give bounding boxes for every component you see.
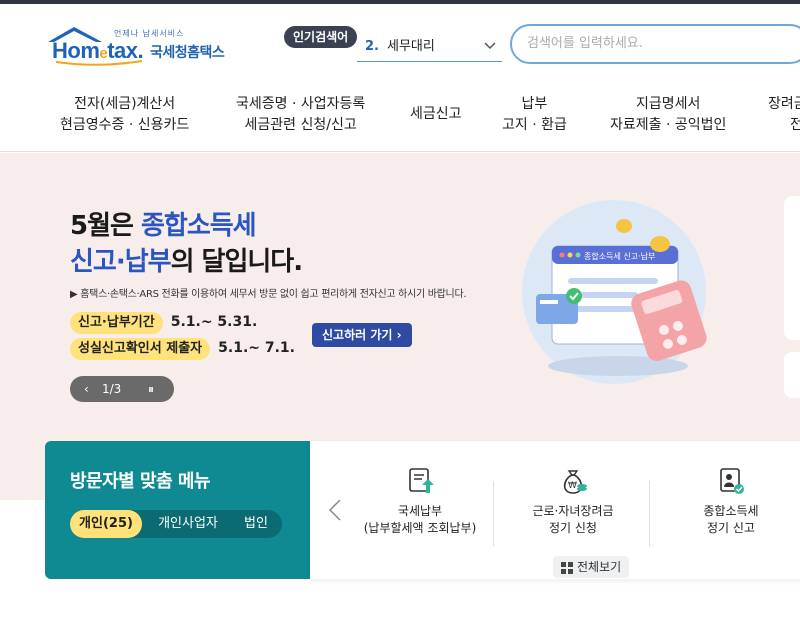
nav-item-tax-return[interactable]: 세금신고: [410, 104, 462, 125]
divider: [649, 481, 650, 547]
svg-text:₩: ₩: [568, 481, 577, 491]
tax-illustration: 종합소득세 신고·납부: [522, 200, 707, 384]
banner-pager: ‹ 1/3 ⏸: [70, 376, 174, 402]
visitor-menu: 방문자별 맞춤 메뉴 개인(25) 개인사업자 법인 국세납부 (납부할세액 조…: [45, 441, 800, 579]
tab-corporation[interactable]: 법인: [234, 510, 278, 538]
period-label: 신고·납부기간: [70, 312, 163, 334]
nav-item-certificates[interactable]: 국세증명 · 사업자등록 세금관련 신청/신고: [236, 94, 365, 136]
nav-item-payment[interactable]: 납부 고지 · 환급: [502, 94, 567, 136]
service-income-tax-return[interactable]: 종합소득세 정기 신고: [656, 465, 800, 537]
nav-item-tax-invoice[interactable]: 전자(세금)계산서 현금영수증 · 신용카드: [60, 94, 189, 136]
header: 언제나 납세서비스 Hometax. 국세청홈택스 인기검색어 2. 세무대리 검…: [0, 4, 800, 82]
period-row-1: 신고·납부기간 5.1.~ 5.31.: [70, 311, 258, 334]
side-card[interactable]: [784, 352, 800, 398]
popular-search-badge: 인기검색어: [284, 26, 358, 48]
visitor-menu-title: 방문자별 맞춤 메뉴: [70, 471, 211, 492]
logo-swoosh-icon: [55, 60, 143, 66]
popular-keyword-select[interactable]: 2. 세무대리: [357, 34, 502, 62]
prev-slide-button[interactable]: ‹: [84, 376, 89, 402]
main-nav: 전자(세금)계산서 현금영수증 · 신용카드 국세증명 · 사업자등록 세금관련…: [0, 86, 800, 152]
nav-item-incentive[interactable]: 장려금 전: [768, 94, 800, 136]
money-bag-icon: ₩: [563, 470, 587, 494]
chevron-down-icon: [484, 42, 496, 50]
nav-item-payment-statement[interactable]: 지급명세서 자료제출 · 공익법인: [610, 94, 726, 136]
period-row-2: 성실신고확인서 제출자 5.1.~ 7.1.: [70, 337, 295, 360]
pager-count: 1/3: [102, 382, 122, 396]
chevron-left-icon[interactable]: [328, 499, 342, 521]
service-national-tax-payment[interactable]: 국세납부 (납부할세액 조회납부): [345, 465, 495, 537]
visitor-tabs: 개인(25) 개인사업자 법인: [70, 510, 282, 538]
go-file-button[interactable]: 신고하러 가기 ›: [312, 323, 412, 347]
side-card[interactable]: [784, 196, 800, 340]
banner-notice: ▶ 홈택스·손택스·ARS 전화를 이용하여 세무서 방문 없이 쉽고 편리하게…: [70, 289, 467, 300]
illus-caption: 종합소득세 신고·납부: [584, 252, 655, 261]
popular-rank: 2.: [365, 39, 379, 54]
banner-headline: 5월은 종합소득세 신고·납부의 달입니다.: [70, 211, 303, 277]
tax-report-icon: [720, 468, 744, 494]
period-label: 성실신고확인서 제출자: [70, 338, 211, 360]
tab-individual[interactable]: 개인(25): [70, 510, 142, 538]
divider: [493, 481, 494, 547]
visitor-services: 국세납부 (납부할세액 조회납부) ₩ 근로·자녀장려금 정기 신청 종합소득세…: [310, 441, 800, 579]
logo-korean-name: 국세청홈택스: [150, 45, 225, 61]
hometax-logo[interactable]: 언제나 납세서비스 Hometax. 국세청홈택스: [46, 24, 236, 68]
service-earned-income-credit[interactable]: ₩ 근로·자녀장려금 정기 신청: [498, 465, 648, 537]
search-input[interactable]: 검색어를 입력하세요.: [510, 24, 800, 64]
view-all-button[interactable]: 전체보기: [553, 556, 630, 578]
visitor-menu-panel: 방문자별 맞춤 메뉴 개인(25) 개인사업자 법인: [45, 441, 310, 579]
period-date: 5.1.~ 5.31.: [170, 314, 258, 330]
tax-payment-icon: [409, 468, 434, 493]
popular-keyword: 세무대리: [386, 39, 435, 54]
grid-icon: [561, 561, 573, 574]
period-date: 5.1.~ 7.1.: [218, 340, 295, 356]
tab-sole-proprietor[interactable]: 개인사업자: [148, 510, 228, 538]
pause-icon[interactable]: ⏸: [148, 376, 154, 402]
